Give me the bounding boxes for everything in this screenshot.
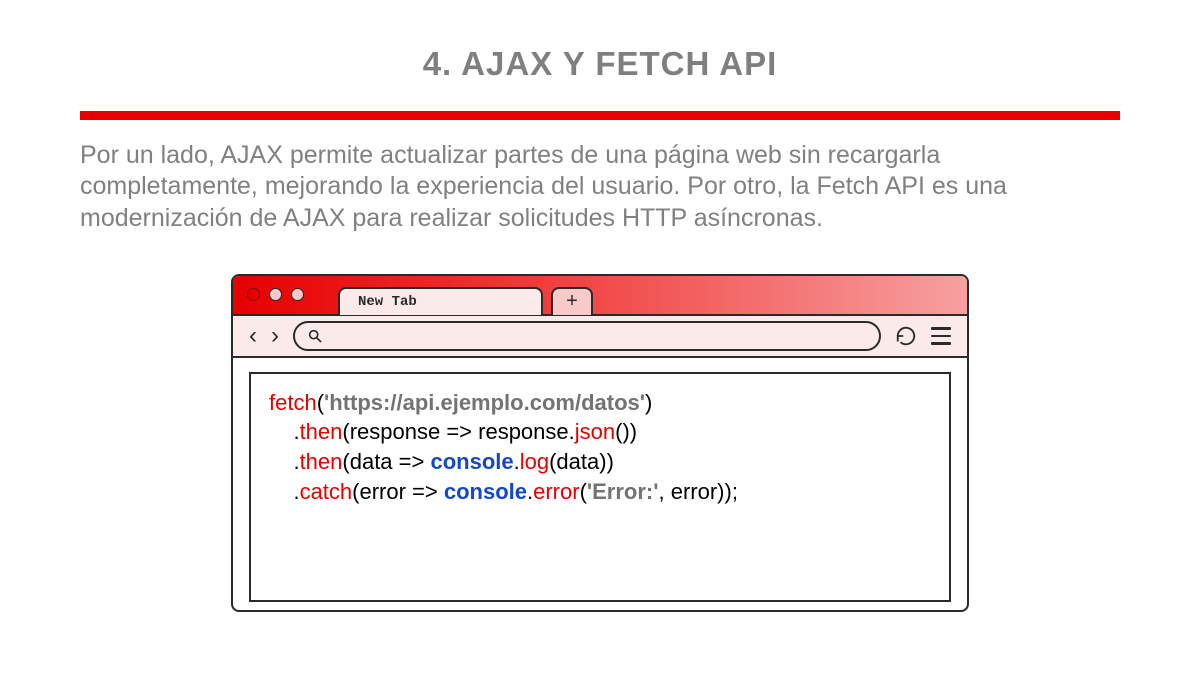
close-icon[interactable] [247, 288, 260, 301]
slide-description: Por un lado, AJAX permite actualizar par… [80, 140, 1120, 234]
browser-titlebar: New Tab + [233, 276, 967, 314]
new-tab-button[interactable]: + [551, 287, 593, 315]
code-line-3: .then(data => console.log(data)) [269, 447, 931, 477]
browser-content: fetch('https://api.ejemplo.com/datos') .… [233, 358, 967, 610]
search-icon [307, 328, 323, 344]
browser-tab[interactable]: New Tab [338, 287, 543, 315]
code-line-1: fetch('https://api.ejemplo.com/datos') [269, 388, 931, 418]
refresh-icon[interactable] [895, 325, 917, 347]
divider [80, 111, 1120, 120]
slide-title: 4. AJAX Y FETCH API [80, 45, 1120, 83]
browser-mockup: New Tab + ‹ › [231, 274, 969, 612]
menu-icon[interactable] [931, 327, 951, 345]
browser-toolbar: ‹ › [233, 314, 967, 358]
code-line-4: .catch(error => console.error('Error:', … [269, 477, 931, 507]
forward-icon[interactable]: › [271, 324, 279, 348]
back-icon[interactable]: ‹ [249, 324, 257, 348]
minimize-icon[interactable] [269, 288, 282, 301]
code-line-2: .then(response => response.json()) [269, 417, 931, 447]
address-bar[interactable] [293, 321, 881, 351]
code-block: fetch('https://api.ejemplo.com/datos') .… [249, 372, 951, 602]
maximize-icon[interactable] [291, 288, 304, 301]
